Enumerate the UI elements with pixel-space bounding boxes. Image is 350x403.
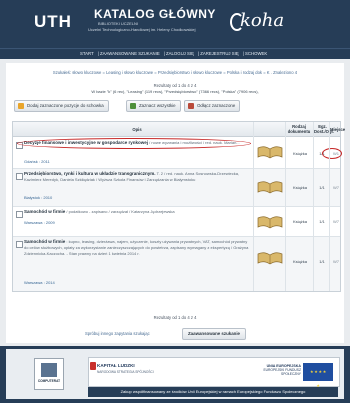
eu-funding-banner: KAPITAŁ LUDZKI NARODOWA STRATEGIA SPÓJNO…	[88, 357, 340, 388]
record-location: W7	[333, 185, 339, 190]
kapital-ludzki-title: KAPITAŁ LUDZKI	[97, 363, 135, 368]
add-to-cart-button[interactable]: Dodaj zaznaczone pozycje do schowka	[14, 100, 109, 112]
koha-logo[interactable]: koha	[240, 10, 284, 31]
column-divider	[253, 122, 254, 291]
site-footer: COMPUTERAT KAPITAŁ LUDZKI NARODOWA STRAT…	[0, 346, 350, 403]
funding-notice: Zakup współfinansowany ze środków Unii E…	[88, 387, 338, 397]
record-location: W7	[333, 219, 339, 224]
kapital-ludzki-icon	[90, 362, 96, 370]
header-location: Miejsce	[330, 127, 346, 132]
book-icon	[257, 252, 283, 265]
record-type: Książka	[292, 259, 307, 264]
nav-register[interactable]: ZAREJESTRUJ SIĘ	[200, 51, 238, 56]
row-checkbox[interactable]	[16, 241, 23, 248]
record-location: W7	[333, 259, 339, 264]
computerat-mark-icon	[41, 363, 57, 377]
nav-cart[interactable]: SCHOWEK	[245, 51, 267, 56]
row-checkbox[interactable]	[16, 211, 23, 218]
nav-start[interactable]: START	[80, 51, 94, 56]
highlight-location-mark	[322, 148, 342, 159]
column-divider	[285, 122, 286, 291]
record-availability: 1/1	[319, 259, 325, 264]
record-availability: 1/1	[319, 219, 325, 224]
column-divider	[313, 122, 314, 291]
record-publisher: Warszawa : 2009	[24, 220, 55, 225]
record-publisher: Warszawa : 2014	[24, 280, 55, 285]
results-table: Opis Rodzaj dokumentu Egz. Dost./Ogł. Mi…	[12, 121, 346, 292]
footer-logos: COMPUTERAT KAPITAŁ LUDZKI NARODOWA STRAT…	[6, 349, 344, 399]
header-doc-type: Rodzaj dokumentu	[287, 124, 311, 134]
book-icon	[257, 146, 283, 159]
record-title[interactable]: Samochód w firmie / podatkowo - zapisano…	[24, 209, 249, 215]
page: UTH KATALOG GŁÓWNY BIBLIOTEKI UCZELNI Uc…	[0, 0, 350, 403]
search-breadcrumb: Szukałeś: słowo kluczowe = Leasing i sło…	[52, 70, 298, 75]
cross-icon	[188, 103, 194, 109]
eu-flag-icon: ★ ★ ★ ★ ★	[303, 363, 333, 388]
nav-advanced-search[interactable]: ZAAWANSOWANE SZUKANIE	[100, 51, 160, 56]
select-all-button[interactable]: Zaznacz wszystkie	[126, 100, 181, 112]
table-row: Samochód w firmie : kupno, leasing, dzie…	[13, 237, 340, 291]
advanced-search-button[interactable]: Zaawansowane szukanie	[182, 328, 246, 340]
deselect-button[interactable]: Odłącz zaznaczone	[184, 100, 241, 112]
highlight-title-mark	[17, 138, 251, 149]
row-checkbox[interactable]	[16, 173, 23, 180]
record-title[interactable]: Przedsiębiorstwo, rynki i kultura w ukła…	[24, 171, 249, 183]
column-divider	[329, 122, 330, 291]
table-header: Opis Rodzaj dokumentu Egz. Dost./Ogł. Mi…	[13, 122, 346, 137]
try-another-search-link[interactable]: Spróbuj innego zapytania szukając	[85, 331, 150, 336]
computerat-logo: COMPUTERAT	[34, 358, 64, 390]
record-title[interactable]: Samochód w firmie : kupno, leasing, dzie…	[24, 239, 249, 257]
book-icon	[257, 216, 283, 229]
record-type: Książka	[292, 185, 307, 190]
eu-label: UNIA EUROPEJSKA EUROPEJSKI FUNDUSZ SPOŁE…	[263, 364, 301, 376]
uth-logo[interactable]: UTH	[34, 12, 72, 32]
university-name: Uczelni Technologiczno-Handlowej im. Hel…	[88, 27, 196, 32]
site-header: UTH KATALOG GŁÓWNY BIBLIOTEKI UCZELNI Uc…	[0, 0, 350, 48]
table-row: Decyzje finansowe i inwestycyjne w gospo…	[13, 137, 342, 169]
record-publisher: Gdańsk : 2011	[24, 159, 50, 164]
record-publisher: Białystok : 2010	[24, 195, 53, 200]
catalog-title: KATALOG GŁÓWNY	[94, 7, 216, 21]
record-availability: 1/1	[319, 185, 325, 190]
search-filters: W bazie "k" (6 rec), "Leasing" (119 recs…	[91, 89, 259, 94]
table-row: Przedsiębiorstwo, rynki i kultura w ukła…	[13, 169, 340, 207]
catalog-subtitle: BIBLIOTEKI UCZELNI	[98, 21, 139, 26]
checkmark-icon	[130, 103, 136, 109]
cart-icon	[18, 103, 24, 109]
table-row: Samochód w firmie / podatkowo - zapisano…	[13, 207, 340, 237]
kapital-ludzki-subtitle: NARODOWA STRATEGIA SPÓJNOŚCI	[97, 370, 154, 374]
results-panel: Szukałeś: słowo kluczowe = Leasing i sło…	[6, 63, 346, 343]
results-count-bottom: Rezultaty od 1 do 4 z 4	[153, 315, 197, 320]
record-type: Książka	[292, 151, 307, 156]
results-count-top: Rezultaty od 1 do 4 z 4	[153, 83, 197, 88]
book-icon	[257, 181, 283, 194]
header-description: Opis	[132, 127, 142, 132]
record-type: Książka	[292, 219, 307, 224]
top-nav: START | ZAAWANSOWANE SZUKANIE | ZALOGUJ SI…	[0, 48, 350, 59]
nav-login[interactable]: ZALOGUJ SIĘ	[166, 51, 194, 56]
